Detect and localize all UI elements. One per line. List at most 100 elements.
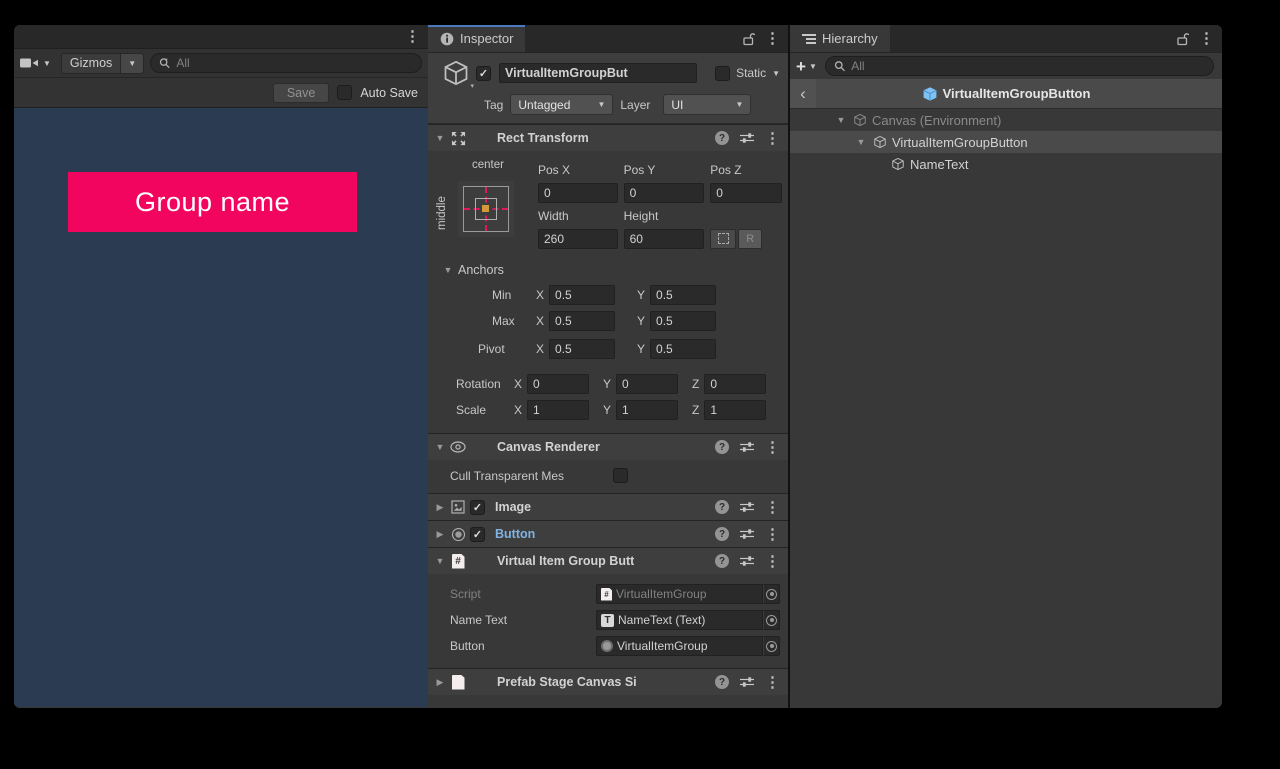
anchors-foldout[interactable]: Anchors bbox=[442, 257, 788, 282]
component-menu-kebab-icon[interactable] bbox=[765, 675, 780, 690]
tab-hierarchy[interactable]: Hierarchy bbox=[790, 25, 890, 52]
anchors-min-x-field[interactable] bbox=[549, 285, 615, 305]
presets-icon[interactable] bbox=[740, 528, 754, 540]
rotation-y-field[interactable] bbox=[616, 374, 678, 394]
auto-save-checkbox[interactable] bbox=[337, 85, 352, 100]
hierarchy-search-field[interactable] bbox=[825, 56, 1214, 76]
pivot-x-field[interactable] bbox=[549, 339, 615, 359]
hierarchy-search-input[interactable] bbox=[851, 59, 1205, 73]
object-picker-button[interactable] bbox=[763, 610, 780, 630]
foldout-icon[interactable] bbox=[434, 502, 446, 513]
hierarchy-row-nametext[interactable]: NameText bbox=[790, 153, 1222, 175]
tag-dropdown[interactable]: Untagged bbox=[510, 94, 613, 115]
tab-inspector[interactable]: Inspector bbox=[428, 25, 525, 52]
presets-icon[interactable] bbox=[740, 555, 754, 567]
rotation-x-field[interactable] bbox=[527, 374, 589, 394]
anchors-max-y-field[interactable] bbox=[650, 311, 716, 331]
layer-dropdown[interactable]: UI bbox=[663, 94, 751, 115]
static-checkbox[interactable] bbox=[715, 66, 730, 81]
y-axis-label: Y bbox=[637, 288, 645, 302]
lock-icon[interactable] bbox=[742, 32, 755, 46]
width-field[interactable] bbox=[538, 229, 618, 249]
image-component-header[interactable]: Image bbox=[428, 493, 788, 520]
camera-dropdown-button[interactable] bbox=[16, 55, 55, 71]
create-object-button[interactable] bbox=[796, 58, 817, 75]
scale-z-field[interactable] bbox=[704, 400, 766, 420]
foldout-icon[interactable] bbox=[434, 556, 446, 566]
rect-transform-header[interactable]: Rect Transform bbox=[428, 124, 788, 151]
pivot-y-field[interactable] bbox=[650, 339, 716, 359]
help-icon[interactable] bbox=[715, 554, 729, 568]
help-icon[interactable] bbox=[715, 131, 729, 145]
hierarchy-row-virtualitemgroupbutton[interactable]: VirtualItemGroupButton bbox=[790, 131, 1222, 153]
script-component-header[interactable]: # Virtual Item Group Butt bbox=[428, 547, 788, 574]
foldout-icon[interactable] bbox=[834, 115, 848, 125]
canvas-renderer-header[interactable]: Canvas Renderer bbox=[428, 433, 788, 460]
button-enabled-checkbox[interactable] bbox=[470, 527, 485, 542]
hierarchy-menu-kebab-icon[interactable] bbox=[1199, 31, 1214, 46]
component-menu-kebab-icon[interactable] bbox=[765, 131, 780, 146]
anchors-max-label: Max bbox=[478, 314, 536, 328]
inspector-tab-label: Inspector bbox=[460, 31, 513, 46]
presets-icon[interactable] bbox=[740, 132, 754, 144]
button-component-header[interactable]: Button bbox=[428, 520, 788, 547]
gizmos-dropdown[interactable]: Gizmos bbox=[61, 53, 144, 74]
lock-icon[interactable] bbox=[1176, 32, 1189, 46]
foldout-icon[interactable] bbox=[854, 137, 868, 147]
anchors-max-x-field[interactable] bbox=[549, 311, 615, 331]
anchor-preset-widget[interactable] bbox=[458, 181, 514, 237]
presets-icon[interactable] bbox=[740, 441, 754, 453]
scene-viewport[interactable]: Group name bbox=[14, 108, 428, 707]
object-picker-button[interactable] bbox=[763, 584, 780, 604]
help-icon[interactable] bbox=[715, 675, 729, 689]
help-icon[interactable] bbox=[715, 527, 729, 541]
foldout-icon[interactable] bbox=[434, 133, 446, 143]
raw-edit-mode-button[interactable]: R bbox=[738, 229, 762, 249]
button-object-field[interactable]: VirtualItemGroup bbox=[596, 636, 763, 656]
foldout-icon[interactable] bbox=[434, 442, 446, 452]
canvas-group-button[interactable]: Group name bbox=[68, 172, 357, 232]
image-enabled-checkbox[interactable] bbox=[470, 500, 485, 515]
blueprint-mode-button[interactable] bbox=[710, 229, 736, 249]
hierarchy-row-canvas[interactable]: Canvas (Environment) bbox=[790, 109, 1222, 131]
prefab-stage-header[interactable]: Prefab Stage Canvas Si bbox=[428, 668, 788, 695]
gameobject-header: ▾ Static Tag Untagged Layer UI bbox=[428, 53, 788, 124]
name-text-object-value: NameText (Text) bbox=[618, 613, 705, 627]
height-field[interactable] bbox=[624, 229, 704, 249]
pos-z-field[interactable] bbox=[710, 183, 782, 203]
scene-search-input[interactable] bbox=[176, 56, 413, 70]
presets-icon[interactable] bbox=[740, 676, 754, 688]
pos-y-field[interactable] bbox=[624, 183, 704, 203]
name-text-object-field[interactable]: NameText (Text) bbox=[596, 610, 763, 630]
help-icon[interactable] bbox=[715, 500, 729, 514]
gameobject-active-checkbox[interactable] bbox=[476, 66, 491, 81]
foldout-icon[interactable] bbox=[434, 677, 446, 688]
scale-x-field[interactable] bbox=[527, 400, 589, 420]
gizmos-arrow[interactable] bbox=[120, 54, 143, 73]
gameobject-icon-button[interactable]: ▾ bbox=[436, 59, 476, 87]
script-object-field[interactable]: # VirtualItemGroup bbox=[596, 584, 763, 604]
x-axis-label: X bbox=[514, 377, 522, 391]
cull-transparent-mesh-checkbox[interactable] bbox=[613, 468, 628, 483]
scene-search-field[interactable] bbox=[150, 53, 422, 73]
save-button[interactable]: Save bbox=[273, 83, 330, 103]
inspector-menu-kebab-icon[interactable] bbox=[765, 31, 780, 46]
scene-menu-kebab-icon[interactable] bbox=[405, 29, 420, 44]
document-icon bbox=[449, 675, 467, 690]
prefab-back-button[interactable] bbox=[790, 79, 816, 108]
static-dropdown-arrow[interactable] bbox=[772, 69, 780, 78]
component-menu-kebab-icon[interactable] bbox=[765, 500, 780, 515]
scale-y-field[interactable] bbox=[616, 400, 678, 420]
help-icon[interactable] bbox=[715, 440, 729, 454]
component-menu-kebab-icon[interactable] bbox=[765, 554, 780, 569]
object-picker-button[interactable] bbox=[763, 636, 780, 656]
anchors-min-y-field[interactable] bbox=[650, 285, 716, 305]
gameobject-name-field[interactable] bbox=[499, 63, 697, 83]
pos-x-field[interactable] bbox=[538, 183, 618, 203]
rotation-z-field[interactable] bbox=[704, 374, 766, 394]
foldout-icon[interactable] bbox=[434, 529, 446, 540]
component-menu-kebab-icon[interactable] bbox=[765, 440, 780, 455]
component-menu-kebab-icon[interactable] bbox=[765, 527, 780, 542]
chevron-down-icon bbox=[735, 100, 743, 109]
presets-icon[interactable] bbox=[740, 501, 754, 513]
